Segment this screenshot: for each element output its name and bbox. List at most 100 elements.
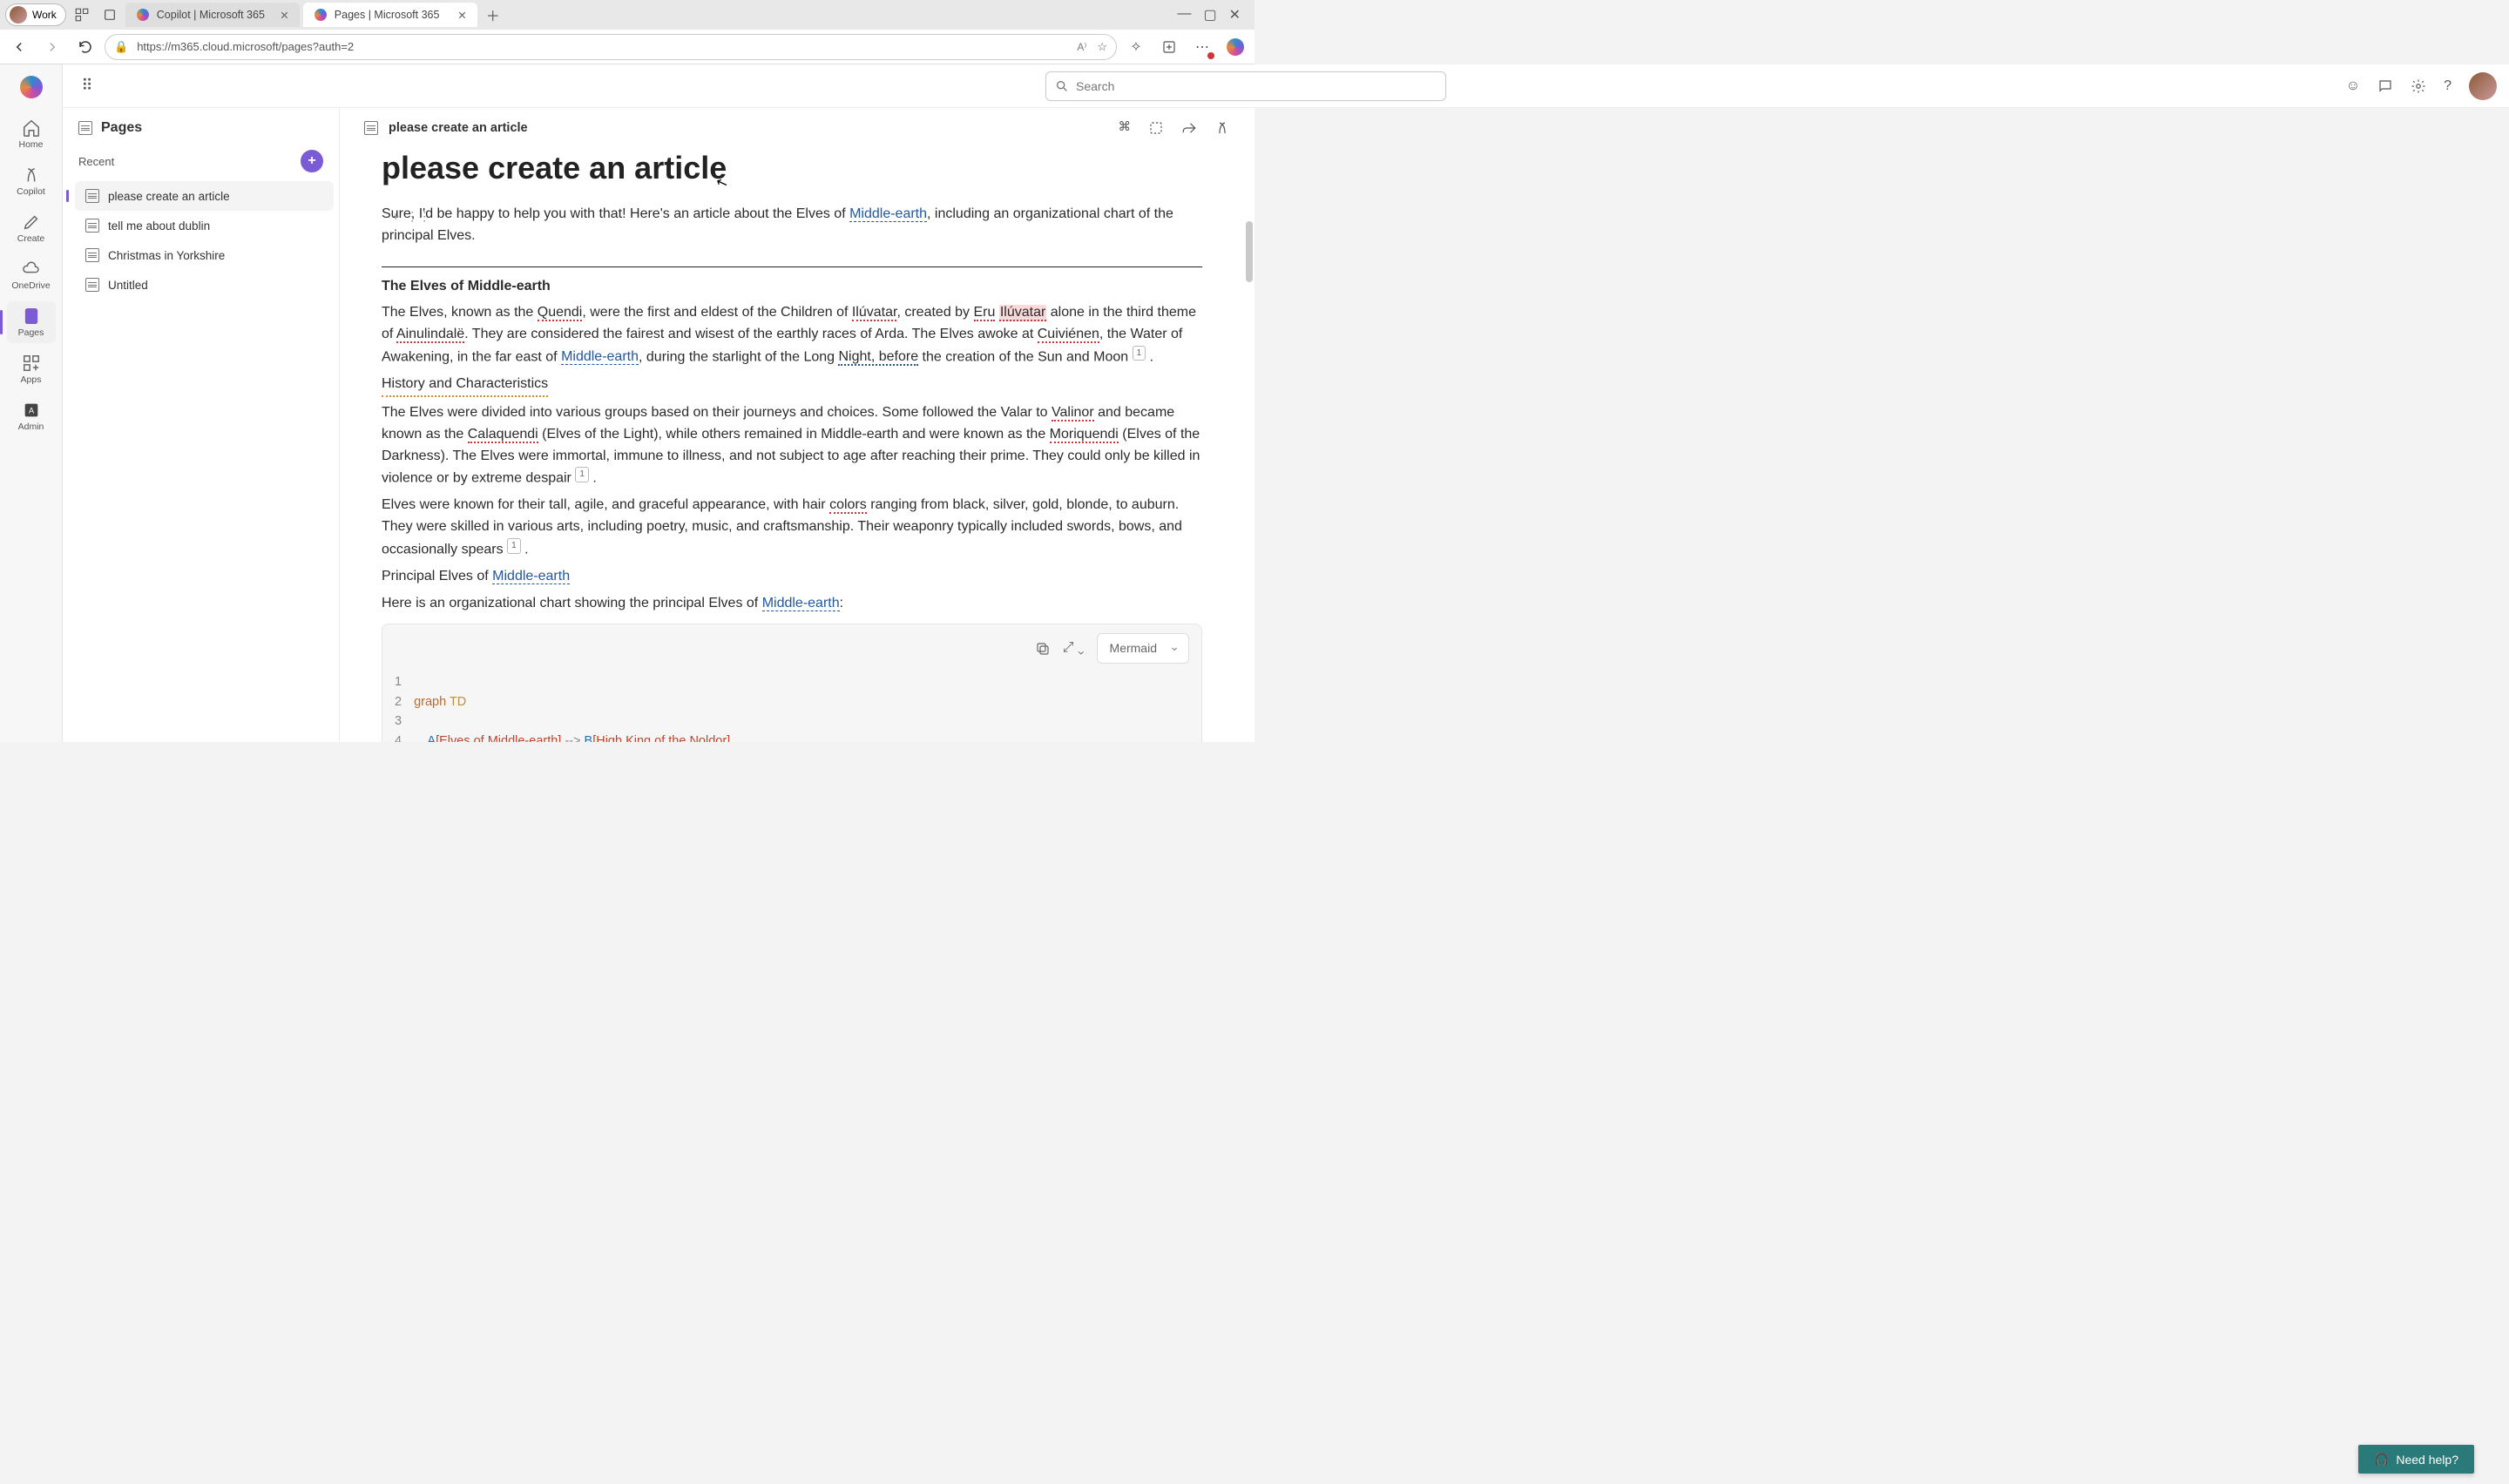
breadcrumb: please create an article	[389, 121, 528, 135]
page-icon	[364, 121, 378, 135]
favorite-icon[interactable]: ☆	[1097, 40, 1107, 54]
tab-title: Pages | Microsoft 365	[335, 9, 440, 21]
line-gutter: 1 2 3 4 5	[395, 672, 414, 742]
back-button[interactable]	[5, 33, 33, 61]
search-icon	[1055, 79, 1069, 93]
rail-label: Pages	[18, 327, 44, 338]
share-icon[interactable]	[1181, 120, 1197, 136]
rail-label: Apps	[21, 374, 42, 385]
drag-handle-icon[interactable]: ⋮⋮	[406, 207, 430, 226]
paragraph[interactable]: The Elves were divided into various grou…	[382, 402, 1202, 490]
paragraph[interactable]: Elves were known for their tall, agile, …	[382, 495, 1202, 561]
rail-admin[interactable]: A Admin	[7, 395, 56, 437]
sidebar-item-label: Untitled	[108, 279, 148, 292]
profile-work-pill[interactable]: Work	[5, 3, 66, 26]
search-placeholder: Search	[1076, 79, 1114, 93]
sidebar-header: Pages	[63, 108, 339, 145]
favorites-bar-icon[interactable]: ✧	[1122, 33, 1150, 61]
minimize-icon[interactable]: —	[1177, 6, 1191, 24]
help-label: Need help?	[2396, 1453, 2458, 1467]
recent-label: Recent	[78, 155, 114, 168]
tab-title: Copilot | Microsoft 365	[157, 9, 265, 21]
forward-button	[38, 33, 66, 61]
rail-home[interactable]: Home	[7, 113, 56, 155]
paragraph[interactable]: Here is an organizational chart showing …	[382, 593, 1202, 615]
profile-label: Work	[32, 9, 57, 21]
copilot-favicon-icon	[314, 8, 328, 22]
reload-button[interactable]	[71, 33, 99, 61]
copilot-icon[interactable]	[1214, 120, 1230, 136]
lock-icon: 🔒	[114, 40, 128, 54]
rail-label: Create	[17, 233, 45, 244]
copilot-favicon-icon	[136, 8, 150, 22]
close-icon[interactable]: ✕	[457, 9, 466, 22]
browser-tab-copilot[interactable]: Copilot | Microsoft 365 ✕	[125, 3, 300, 27]
svg-text:A: A	[28, 407, 34, 415]
search-input[interactable]: Search	[1045, 71, 1446, 101]
citation[interactable]: 1	[575, 467, 589, 482]
extensions-icon[interactable]: ⋯	[1188, 33, 1216, 61]
workspaces-icon[interactable]	[70, 3, 94, 27]
maximize-icon[interactable]: ▢	[1203, 6, 1216, 24]
m365-logo-icon[interactable]	[16, 71, 47, 103]
rail-label: Admin	[18, 422, 44, 432]
close-icon[interactable]: ✕	[280, 9, 288, 22]
code-block[interactable]: ⤢ ⌄ Mermaid 1 2 3 4 5 graph TD A[Elves o…	[382, 624, 1202, 742]
address-bar[interactable]: 🔒 https://m365.cloud.microsoft/pages?aut…	[105, 34, 1117, 60]
page-icon	[85, 278, 99, 292]
link-middle-earth[interactable]: Middle-earth	[849, 206, 927, 222]
url-text: https://m365.cloud.microsoft/pages?auth=…	[137, 40, 354, 53]
page-title[interactable]: please create an article	[382, 143, 1254, 199]
heading[interactable]: History and Characteristics	[382, 374, 1202, 397]
citation[interactable]: 1	[507, 538, 521, 554]
new-page-button[interactable]: +	[301, 150, 323, 172]
rail-create[interactable]: Create	[7, 207, 56, 249]
paragraph[interactable]: The Elves, known as the Quendi, were the…	[382, 302, 1202, 368]
user-avatar[interactable]	[2469, 72, 2497, 100]
need-help-button[interactable]: 🎧 Need help?	[2358, 1445, 2474, 1474]
add-block-icon[interactable]: +	[392, 207, 399, 226]
sidebar-item-article[interactable]: please create an article	[75, 181, 334, 211]
rail-onedrive[interactable]: OneDrive	[7, 254, 56, 296]
page-icon	[85, 189, 99, 203]
expand-icon[interactable]	[1148, 120, 1164, 136]
feedback-icon[interactable]	[2377, 78, 2393, 94]
wrap-icon[interactable]: ⤢ ⌄	[1063, 637, 1085, 659]
paragraph[interactable]: Sure, I'd be happy to help you with that…	[382, 204, 1202, 247]
new-tab-button[interactable]: ＋	[481, 3, 505, 27]
heading[interactable]: Principal Elves of Middle-earth	[382, 566, 1202, 588]
sidebar-item-dublin[interactable]: tell me about dublin	[75, 211, 334, 240]
rail-apps[interactable]: Apps	[7, 348, 56, 390]
rail-pages[interactable]: Pages	[7, 301, 56, 343]
divider	[382, 266, 1202, 267]
page-icon	[85, 219, 99, 233]
sidebar-item-label: please create an article	[108, 190, 230, 203]
scrollbar[interactable]	[1246, 221, 1253, 282]
keyboard-icon[interactable]: ⌘	[1119, 120, 1132, 136]
app-launcher-icon[interactable]: ⠿	[75, 74, 99, 98]
profile-avatar-icon	[10, 6, 27, 24]
copy-code-icon[interactable]	[1035, 641, 1051, 657]
rail-copilot[interactable]: Copilot	[7, 160, 56, 202]
pages-icon	[78, 121, 92, 135]
tab-actions-icon[interactable]	[98, 3, 122, 27]
settings-icon[interactable]	[2411, 78, 2426, 94]
close-window-icon[interactable]: ✕	[1229, 6, 1241, 24]
browser-tab-pages[interactable]: Pages | Microsoft 365 ✕	[303, 3, 477, 27]
copilot-browser-icon[interactable]	[1221, 33, 1249, 61]
rail-label: Copilot	[17, 186, 45, 197]
read-aloud-icon[interactable]: A⁾	[1077, 41, 1086, 53]
rail-label: Home	[18, 139, 43, 150]
sidebar-title: Pages	[101, 120, 142, 136]
sidebar-item-yorkshire[interactable]: Christmas in Yorkshire	[75, 240, 334, 270]
collections-icon[interactable]	[1155, 33, 1183, 61]
sidebar-item-label: Christmas in Yorkshire	[108, 249, 225, 262]
language-select[interactable]: Mermaid	[1097, 633, 1189, 664]
sidebar-item-untitled[interactable]: Untitled	[75, 270, 334, 300]
help-icon[interactable]: ?	[2444, 78, 2452, 94]
emoji-icon[interactable]: ☺	[2346, 78, 2360, 94]
code-content[interactable]: graph TD A[Elves of Middle-earth] --> B[…	[414, 672, 730, 742]
heading[interactable]: The Elves of Middle-earth	[382, 276, 1202, 298]
citation[interactable]: 1	[1133, 346, 1146, 361]
page-icon	[85, 248, 99, 262]
